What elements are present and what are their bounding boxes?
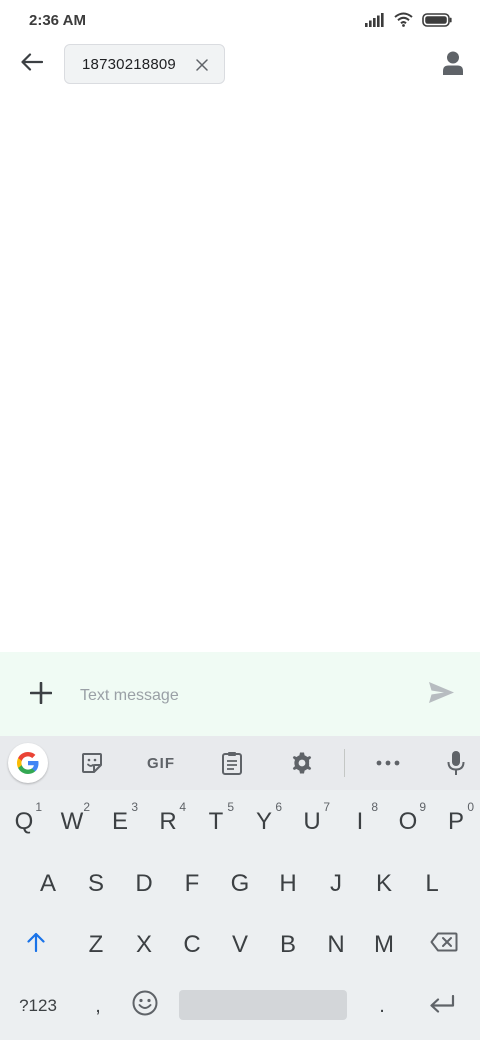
key-v[interactable]: V: [216, 915, 264, 975]
send-button[interactable]: [422, 678, 460, 712]
message-input[interactable]: [80, 682, 400, 710]
key-b[interactable]: B: [264, 915, 312, 975]
key-g[interactable]: G: [216, 854, 264, 914]
symbols-key[interactable]: ?123: [0, 976, 76, 1036]
backspace-key[interactable]: [408, 915, 480, 975]
period-key[interactable]: .: [358, 976, 406, 1036]
key-hint: 7: [323, 800, 330, 814]
microphone-icon[interactable]: [436, 744, 476, 782]
send-icon: [428, 681, 455, 709]
recipient-chip[interactable]: 18730218809: [64, 44, 225, 84]
key-j[interactable]: J: [312, 854, 360, 914]
google-g-icon[interactable]: [8, 743, 48, 783]
gif-label: GIF: [147, 754, 175, 772]
person-icon: [443, 51, 463, 80]
key-row-1: Q1 W2 E3 R4 T5 Y6 U7 I8 O9 P0: [0, 792, 480, 852]
key-a[interactable]: A: [24, 854, 72, 914]
shift-icon: [26, 931, 46, 959]
key-i[interactable]: I8: [336, 792, 384, 852]
key-n[interactable]: N: [312, 915, 360, 975]
status-time: 2:36 AM: [29, 12, 86, 29]
key-t[interactable]: T5: [192, 792, 240, 852]
battery-icon: [422, 12, 452, 32]
keyboard-toolbar: GIF: [0, 736, 480, 790]
sticker-icon[interactable]: [72, 744, 112, 782]
more-horizontal-icon[interactable]: [368, 744, 408, 782]
key-m[interactable]: M: [360, 915, 408, 975]
key-y[interactable]: Y6: [240, 792, 288, 852]
emoji-key[interactable]: [120, 976, 170, 1036]
key-label: P: [447, 808, 464, 835]
key-label: E: [111, 808, 128, 835]
key-e[interactable]: E3: [96, 792, 144, 852]
gif-button[interactable]: GIF: [136, 744, 186, 782]
enter-icon: [429, 992, 455, 1020]
compose-bar: [0, 652, 480, 736]
attach-button[interactable]: [24, 678, 58, 712]
key-hint: 2: [83, 800, 90, 814]
key-label: U: [303, 808, 321, 835]
key-c[interactable]: C: [168, 915, 216, 975]
clipboard-icon[interactable]: [212, 744, 252, 782]
plus-icon: [29, 681, 53, 709]
keyboard: G I F Q 1 W 2 E 3 R 4 T 5 Y 6 U 7 I 8 O 9 …: [0, 736, 480, 1040]
key-x[interactable]: X: [120, 915, 168, 975]
key-hint: 1: [35, 800, 42, 814]
key-k[interactable]: K: [360, 854, 408, 914]
emoji-icon: [132, 990, 158, 1023]
key-hint: 5: [227, 800, 234, 814]
message-thread-area: [0, 90, 480, 652]
key-label: Q: [14, 808, 34, 835]
close-icon[interactable]: [193, 56, 211, 74]
key-label: I: [356, 808, 364, 835]
key-label: R: [159, 808, 177, 835]
back-button[interactable]: [14, 48, 50, 80]
key-u[interactable]: U7: [288, 792, 336, 852]
key-label: W: [60, 808, 84, 835]
key-row-4: ?123 , .: [0, 976, 480, 1036]
key-d[interactable]: D: [120, 854, 168, 914]
key-l[interactable]: L: [408, 854, 456, 914]
key-q[interactable]: Q1: [0, 792, 48, 852]
gear-icon[interactable]: [282, 744, 322, 782]
key-s[interactable]: S: [72, 854, 120, 914]
key-hint: 6: [275, 800, 282, 814]
key-label: T: [208, 808, 224, 835]
backspace-icon: [430, 931, 458, 959]
wifi-icon: [394, 12, 413, 32]
comma-key[interactable]: ,: [76, 976, 120, 1036]
space-key[interactable]: [179, 990, 347, 1020]
key-r[interactable]: R4: [144, 792, 192, 852]
key-f[interactable]: F: [168, 854, 216, 914]
key-h[interactable]: H: [264, 854, 312, 914]
shift-key[interactable]: [0, 915, 72, 975]
status-bar: 2:36 AM: [0, 0, 480, 44]
toolbar-divider: [344, 749, 345, 777]
key-label: O: [398, 808, 418, 835]
key-hint: 0: [467, 800, 474, 814]
signal-icon: [365, 12, 385, 32]
app-bar: 18730218809: [0, 44, 480, 84]
enter-key[interactable]: [410, 976, 474, 1036]
contact-button[interactable]: [436, 48, 470, 82]
status-icons: [365, 12, 452, 32]
key-row-3: Z X C V B N M: [0, 915, 480, 975]
key-p[interactable]: P0: [432, 792, 480, 852]
recipient-number: 18730218809: [82, 56, 176, 73]
key-w[interactable]: W2: [48, 792, 96, 852]
key-hint: 3: [131, 800, 138, 814]
key-label: Y: [255, 808, 272, 835]
key-o[interactable]: O9: [384, 792, 432, 852]
key-hint: 8: [371, 800, 378, 814]
key-row-2: A S D F G H J K L: [0, 854, 480, 914]
arrow-back-icon: [21, 52, 44, 76]
key-hint: 9: [419, 800, 426, 814]
key-hint: 4: [179, 800, 186, 814]
key-z[interactable]: Z: [72, 915, 120, 975]
